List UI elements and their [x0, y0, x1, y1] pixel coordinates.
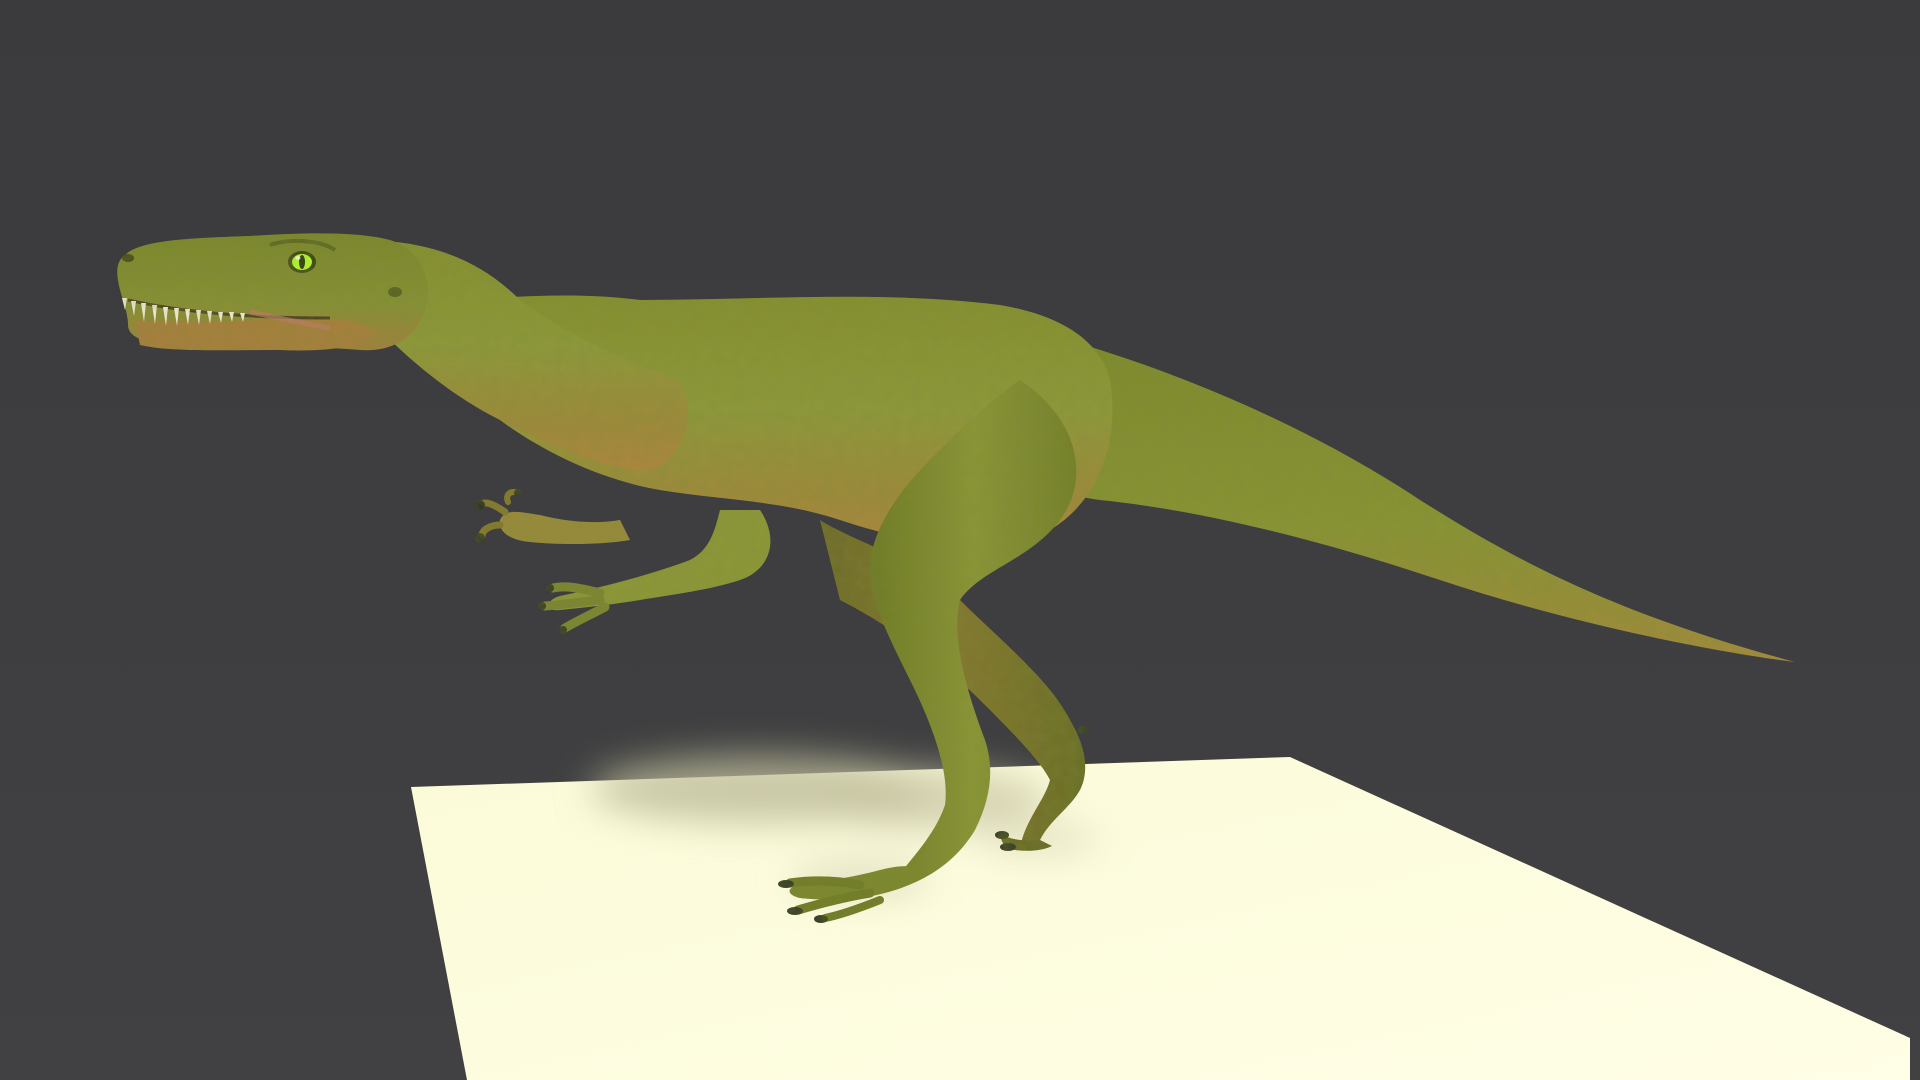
- dinosaur-nostril: [122, 254, 134, 262]
- dinosaur-head: [117, 233, 429, 351]
- scene-canvas: [0, 0, 1920, 1080]
- render-viewport: [0, 0, 1920, 1080]
- dinosaur-eye: [288, 251, 316, 273]
